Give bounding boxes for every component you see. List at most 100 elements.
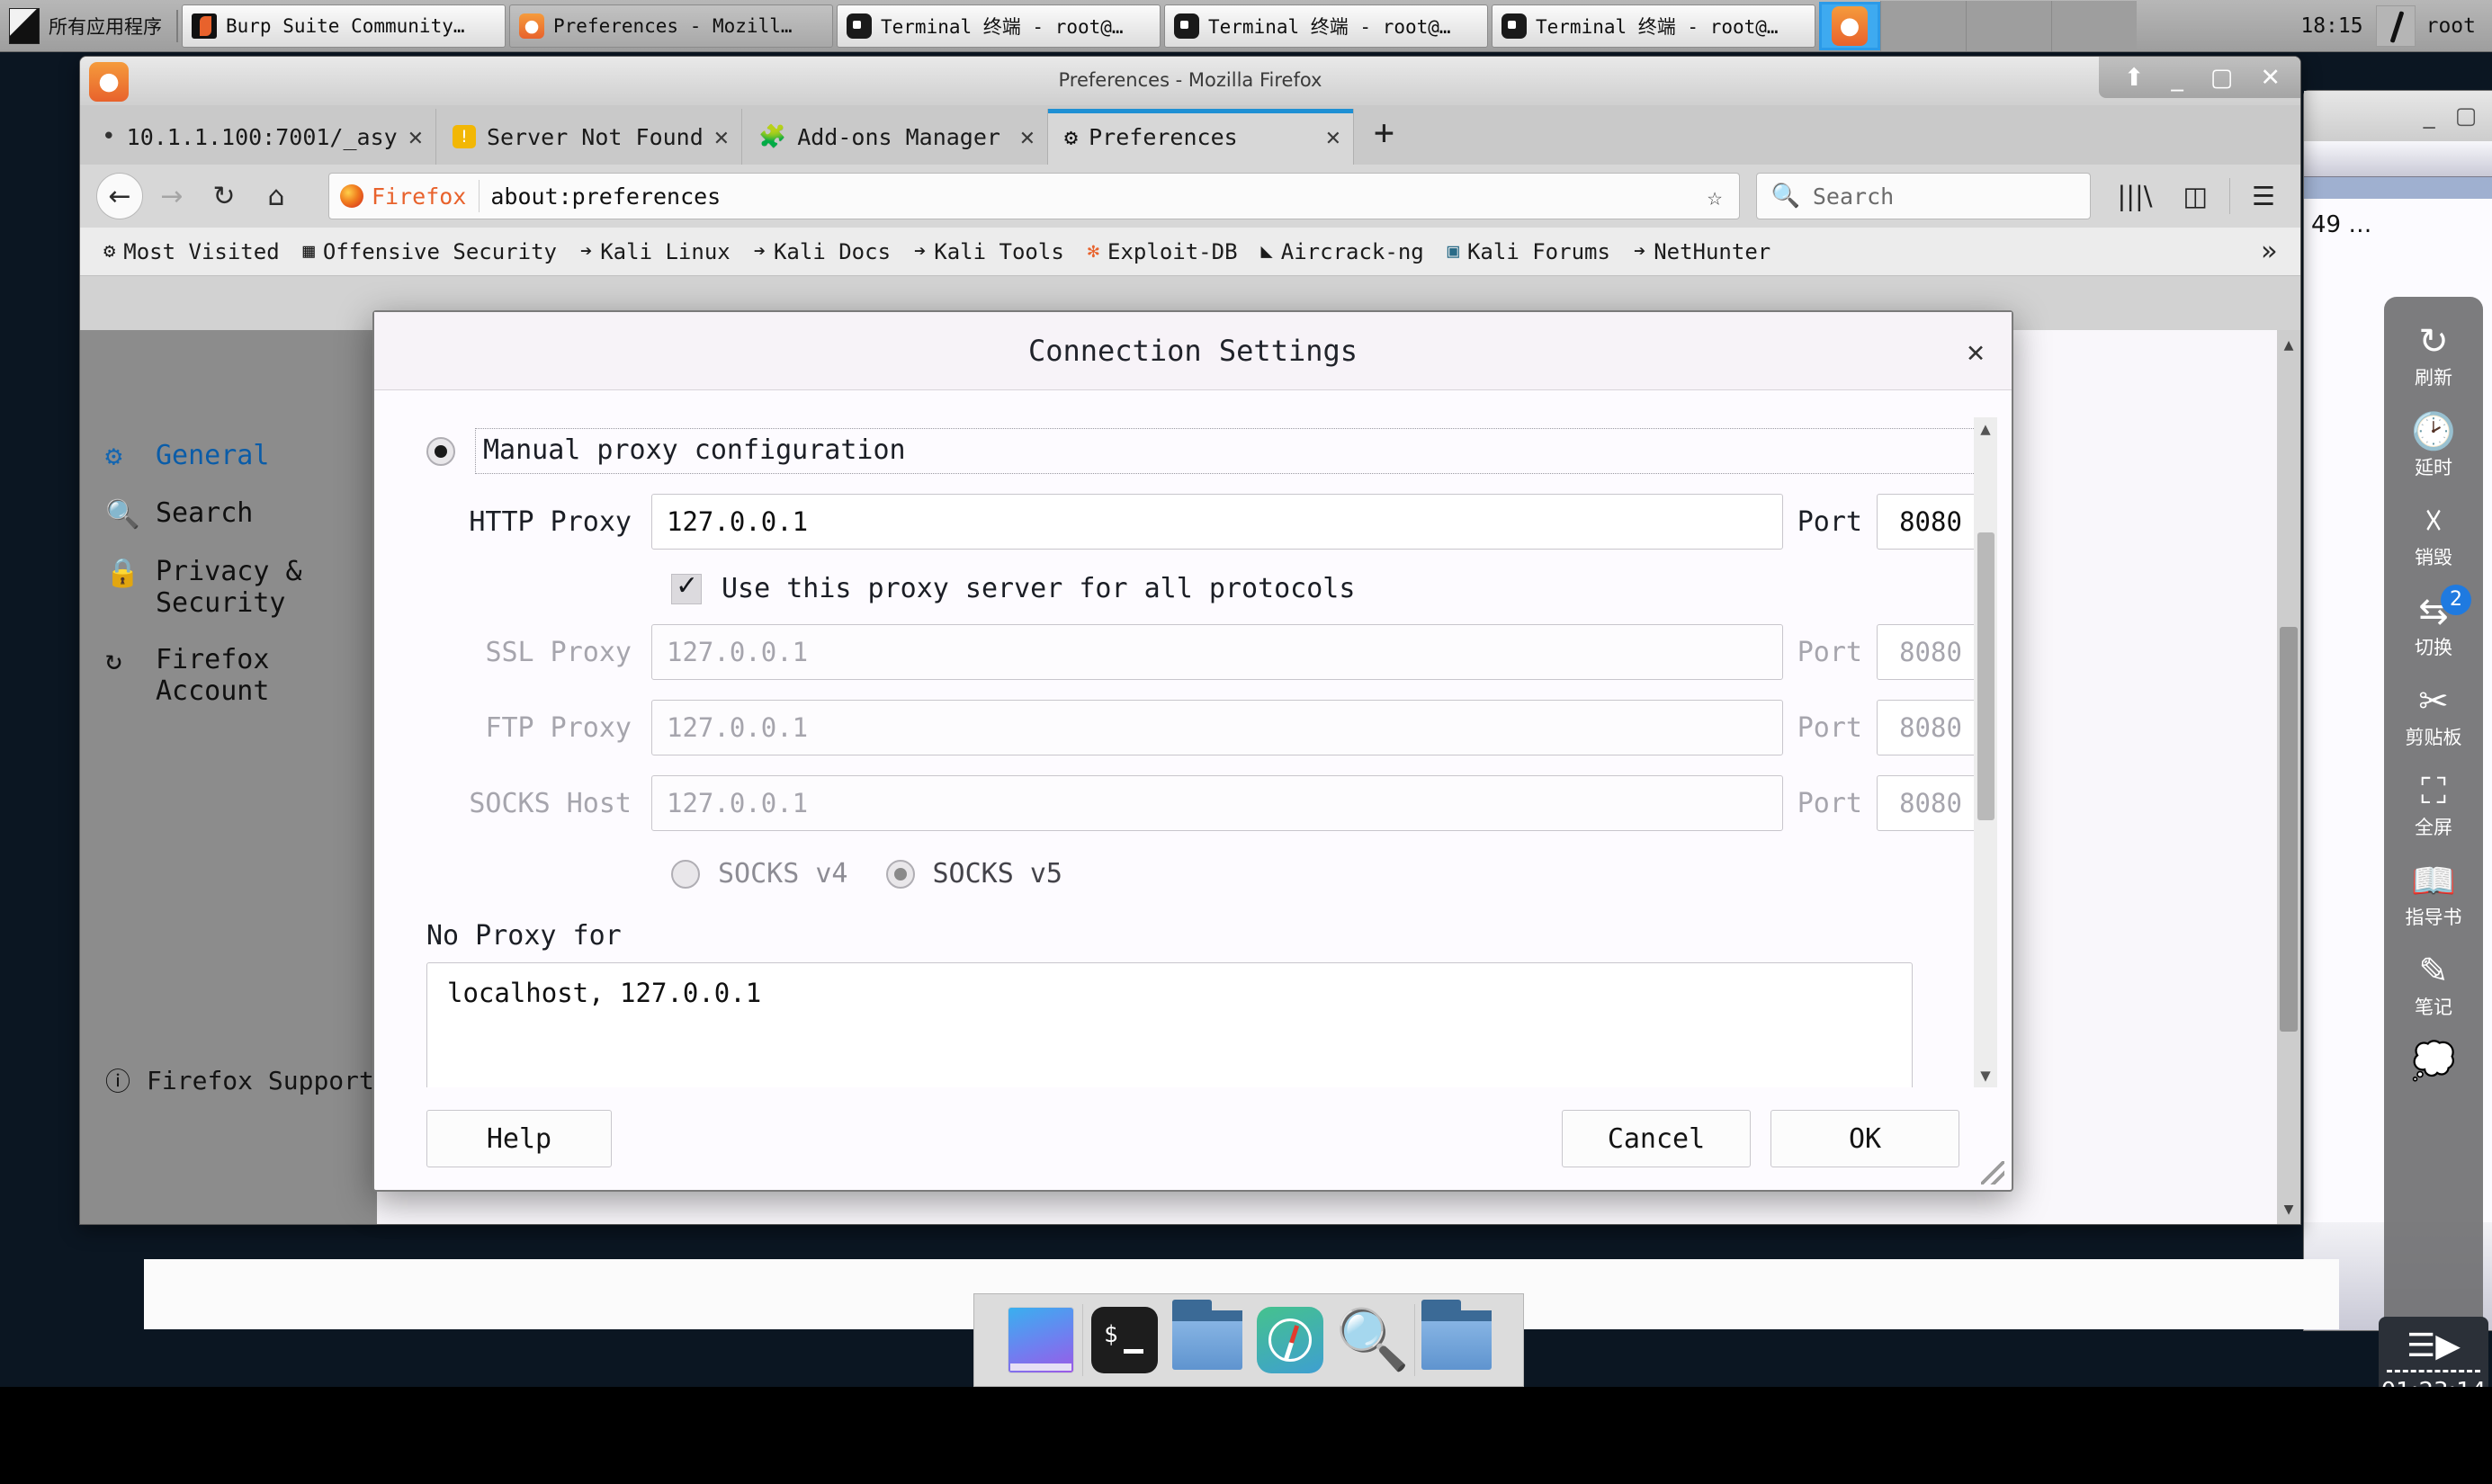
dock-item-folder-1[interactable]: [1166, 1299, 1249, 1381]
tab-close-icon[interactable]: ✕: [408, 123, 423, 151]
right-toolbar-item-delay[interactable]: 🕑 延时: [2389, 403, 2479, 486]
sidebar-item-general[interactable]: ⚙ General: [80, 427, 377, 485]
gear-icon: ⚙: [103, 240, 115, 263]
dock-item-folder-2[interactable]: [1415, 1299, 1498, 1381]
back-arrow-icon[interactable]: ←: [96, 173, 143, 219]
pen-tool-icon[interactable]: [2376, 5, 2416, 47]
resize-grip[interactable]: [1981, 1161, 2004, 1185]
reload-icon[interactable]: ↻: [201, 173, 247, 219]
right-toolbar-item-switch[interactable]: 2 ⇆ 切换: [2389, 583, 2479, 666]
restore-icon[interactable]: ⬆: [2124, 64, 2145, 92]
right-toolbar-item-fullscreen[interactable]: ⛶ 全屏: [2389, 763, 2479, 845]
dialog-scrollbar[interactable]: ▲ ▼: [1974, 417, 1997, 1087]
dialog-scroll-up-icon[interactable]: ▲: [1974, 419, 1997, 439]
dock-item-browser[interactable]: [1249, 1299, 1331, 1381]
taskbar-clock[interactable]: 18:15: [2288, 14, 2375, 38]
tab-close-icon[interactable]: ✕: [1326, 123, 1340, 151]
close-icon[interactable]: ✕: [2260, 64, 2281, 92]
ftp-port-input[interactable]: 8080: [1877, 700, 1985, 755]
minimize-icon[interactable]: _: [2171, 64, 2183, 92]
taskbar-item-preferences[interactable]: ● Preferences - Mozill…: [509, 4, 833, 48]
magnifier-icon: 🔍: [105, 497, 136, 531]
bookmark-aircrack-ng[interactable]: ◣ Aircrack-ng: [1250, 239, 1435, 264]
dock-item-terminal[interactable]: [1083, 1299, 1166, 1381]
tab-close-icon[interactable]: ✕: [714, 123, 729, 151]
dialog-scroll-down-icon[interactable]: ▼: [1974, 1066, 1997, 1086]
page-scrollbar[interactable]: ▲ ▼: [2277, 330, 2300, 1224]
right-toolbar-item-notes[interactable]: ✎ 笔记: [2389, 943, 2479, 1025]
bg-minimize-icon[interactable]: _: [2424, 103, 2435, 130]
taskbar-user-label[interactable]: root: [2416, 14, 2492, 38]
cancel-button[interactable]: Cancel: [1562, 1110, 1751, 1167]
taskbar-item-burp[interactable]: Burp Suite Community…: [182, 4, 506, 48]
home-icon[interactable]: ⌂: [253, 173, 300, 219]
use-all-protocols-row[interactable]: Use this proxy server for all protocols: [671, 573, 1985, 604]
bookmark-kali-docs[interactable]: ➔ Kali Docs: [743, 239, 901, 264]
sidebar-icon[interactable]: ◫: [2174, 181, 2217, 211]
ok-button[interactable]: OK: [1770, 1110, 1959, 1167]
tab-preferences[interactable]: ⚙ Preferences ✕: [1048, 109, 1354, 165]
new-tab-button[interactable]: +: [1354, 112, 1414, 157]
address-bar[interactable]: Firefox about:preferences ☆: [328, 173, 1740, 219]
right-toolbar-item-help[interactable]: 💭: [2389, 1033, 2479, 1088]
sidebar-item-search[interactable]: 🔍 Search: [80, 485, 377, 543]
tray-firefox-button[interactable]: ●: [1819, 2, 1880, 50]
tab-addons-manager[interactable]: 🧩 Add-ons Manager ✕: [742, 109, 1048, 165]
tray-slot-2[interactable]: [1966, 1, 2051, 51]
hamburger-menu-icon[interactable]: ☰: [2243, 181, 2284, 211]
apps-menu-button[interactable]: 所有应用程序: [0, 3, 173, 49]
ssl-proxy-input[interactable]: 127.0.0.1: [651, 624, 1783, 680]
library-icon[interactable]: |||\: [2109, 181, 2162, 211]
socks-v5-radio[interactable]: [886, 860, 915, 889]
maximize-icon[interactable]: ▢: [2210, 64, 2234, 92]
http-proxy-input[interactable]: 127.0.0.1: [651, 494, 1783, 550]
scroll-up-icon[interactable]: ▲: [2277, 335, 2300, 354]
bookmark-kali-linux[interactable]: ➔ Kali Linux: [569, 239, 741, 264]
use-all-protocols-checkbox[interactable]: [671, 574, 702, 604]
manual-proxy-row[interactable]: Manual proxy configuration: [426, 428, 1985, 474]
sidebar-item-firefox-account[interactable]: ↻ Firefox Account: [80, 631, 377, 720]
dialog-scrollbar-thumb[interactable]: [1977, 532, 1994, 820]
scroll-down-icon[interactable]: ▼: [2277, 1200, 2300, 1219]
bookmark-offensive-security[interactable]: ▦ Offensive Security: [292, 239, 568, 264]
socks-v4-radio[interactable]: [671, 860, 700, 889]
firefox-support-link[interactable]: ⓘ Firefox Support: [105, 1062, 374, 1098]
http-port-input[interactable]: 8080: [1877, 494, 1985, 550]
dock-item-files[interactable]: [999, 1299, 1082, 1381]
taskbar-item-terminal-3[interactable]: Terminal 终端 - root@…: [1492, 4, 1815, 48]
taskbar-item-terminal-1[interactable]: Terminal 终端 - root@…: [837, 4, 1161, 48]
taskbar-item-terminal-2[interactable]: Terminal 终端 - root@…: [1164, 4, 1488, 48]
bookmark-nethunter[interactable]: ➔ NetHunter: [1623, 239, 1781, 264]
tab-async[interactable]: • 10.1.1.100:7001/_asy ✕: [85, 109, 436, 165]
ssl-port-input[interactable]: 8080: [1877, 624, 1985, 680]
bg-maximize-icon[interactable]: ▢: [2455, 103, 2478, 130]
tray-slot-3[interactable]: [2051, 1, 2137, 51]
forward-arrow-icon[interactable]: →: [148, 173, 195, 219]
tray-slot-1[interactable]: [1880, 1, 1966, 51]
socks-port-input[interactable]: 8080: [1877, 775, 1985, 831]
bookmark-most-visited[interactable]: ⚙ Most Visited: [93, 239, 291, 264]
tab-close-icon[interactable]: ✕: [1020, 123, 1035, 151]
socks-host-input[interactable]: 127.0.0.1: [651, 775, 1783, 831]
tab-server-not-found[interactable]: ! Server Not Found ✕: [436, 109, 742, 165]
bookmarks-overflow-button[interactable]: »: [2261, 236, 2288, 267]
bookmark-kali-forums[interactable]: ▣ Kali Forums: [1437, 239, 1621, 264]
url-input[interactable]: about:preferences: [490, 183, 1696, 210]
search-input[interactable]: Search: [1813, 183, 1894, 210]
right-toolbar-item-clipboard[interactable]: ✂ 剪贴板: [2389, 673, 2479, 755]
manual-proxy-radio[interactable]: [426, 437, 455, 466]
right-toolbar-item-destroy[interactable]: ☓ 销毁: [2389, 493, 2479, 576]
bookmark-exploit-db[interactable]: ✻ Exploit-DB: [1077, 239, 1249, 264]
bookmark-kali-tools[interactable]: ➔ Kali Tools: [903, 239, 1075, 264]
right-toolbar-item-refresh[interactable]: ↻ 刷新: [2389, 313, 2479, 396]
ftp-proxy-input[interactable]: 127.0.0.1: [651, 700, 1783, 755]
right-toolbar-item-guidebook[interactable]: 📖 指导书: [2389, 853, 2479, 935]
dock-item-search[interactable]: 🔍: [1331, 1299, 1414, 1381]
sidebar-item-privacy-security[interactable]: 🔒 Privacy & Security: [80, 543, 377, 631]
no-proxy-textarea[interactable]: localhost, 127.0.0.1: [426, 962, 1913, 1087]
scrollbar-thumb[interactable]: [2280, 627, 2298, 1032]
search-bar[interactable]: 🔍 Search: [1756, 173, 2091, 219]
star-icon[interactable]: ☆: [1708, 182, 1728, 211]
help-button[interactable]: Help: [426, 1110, 612, 1167]
close-icon[interactable]: ✕: [1967, 334, 1985, 369]
